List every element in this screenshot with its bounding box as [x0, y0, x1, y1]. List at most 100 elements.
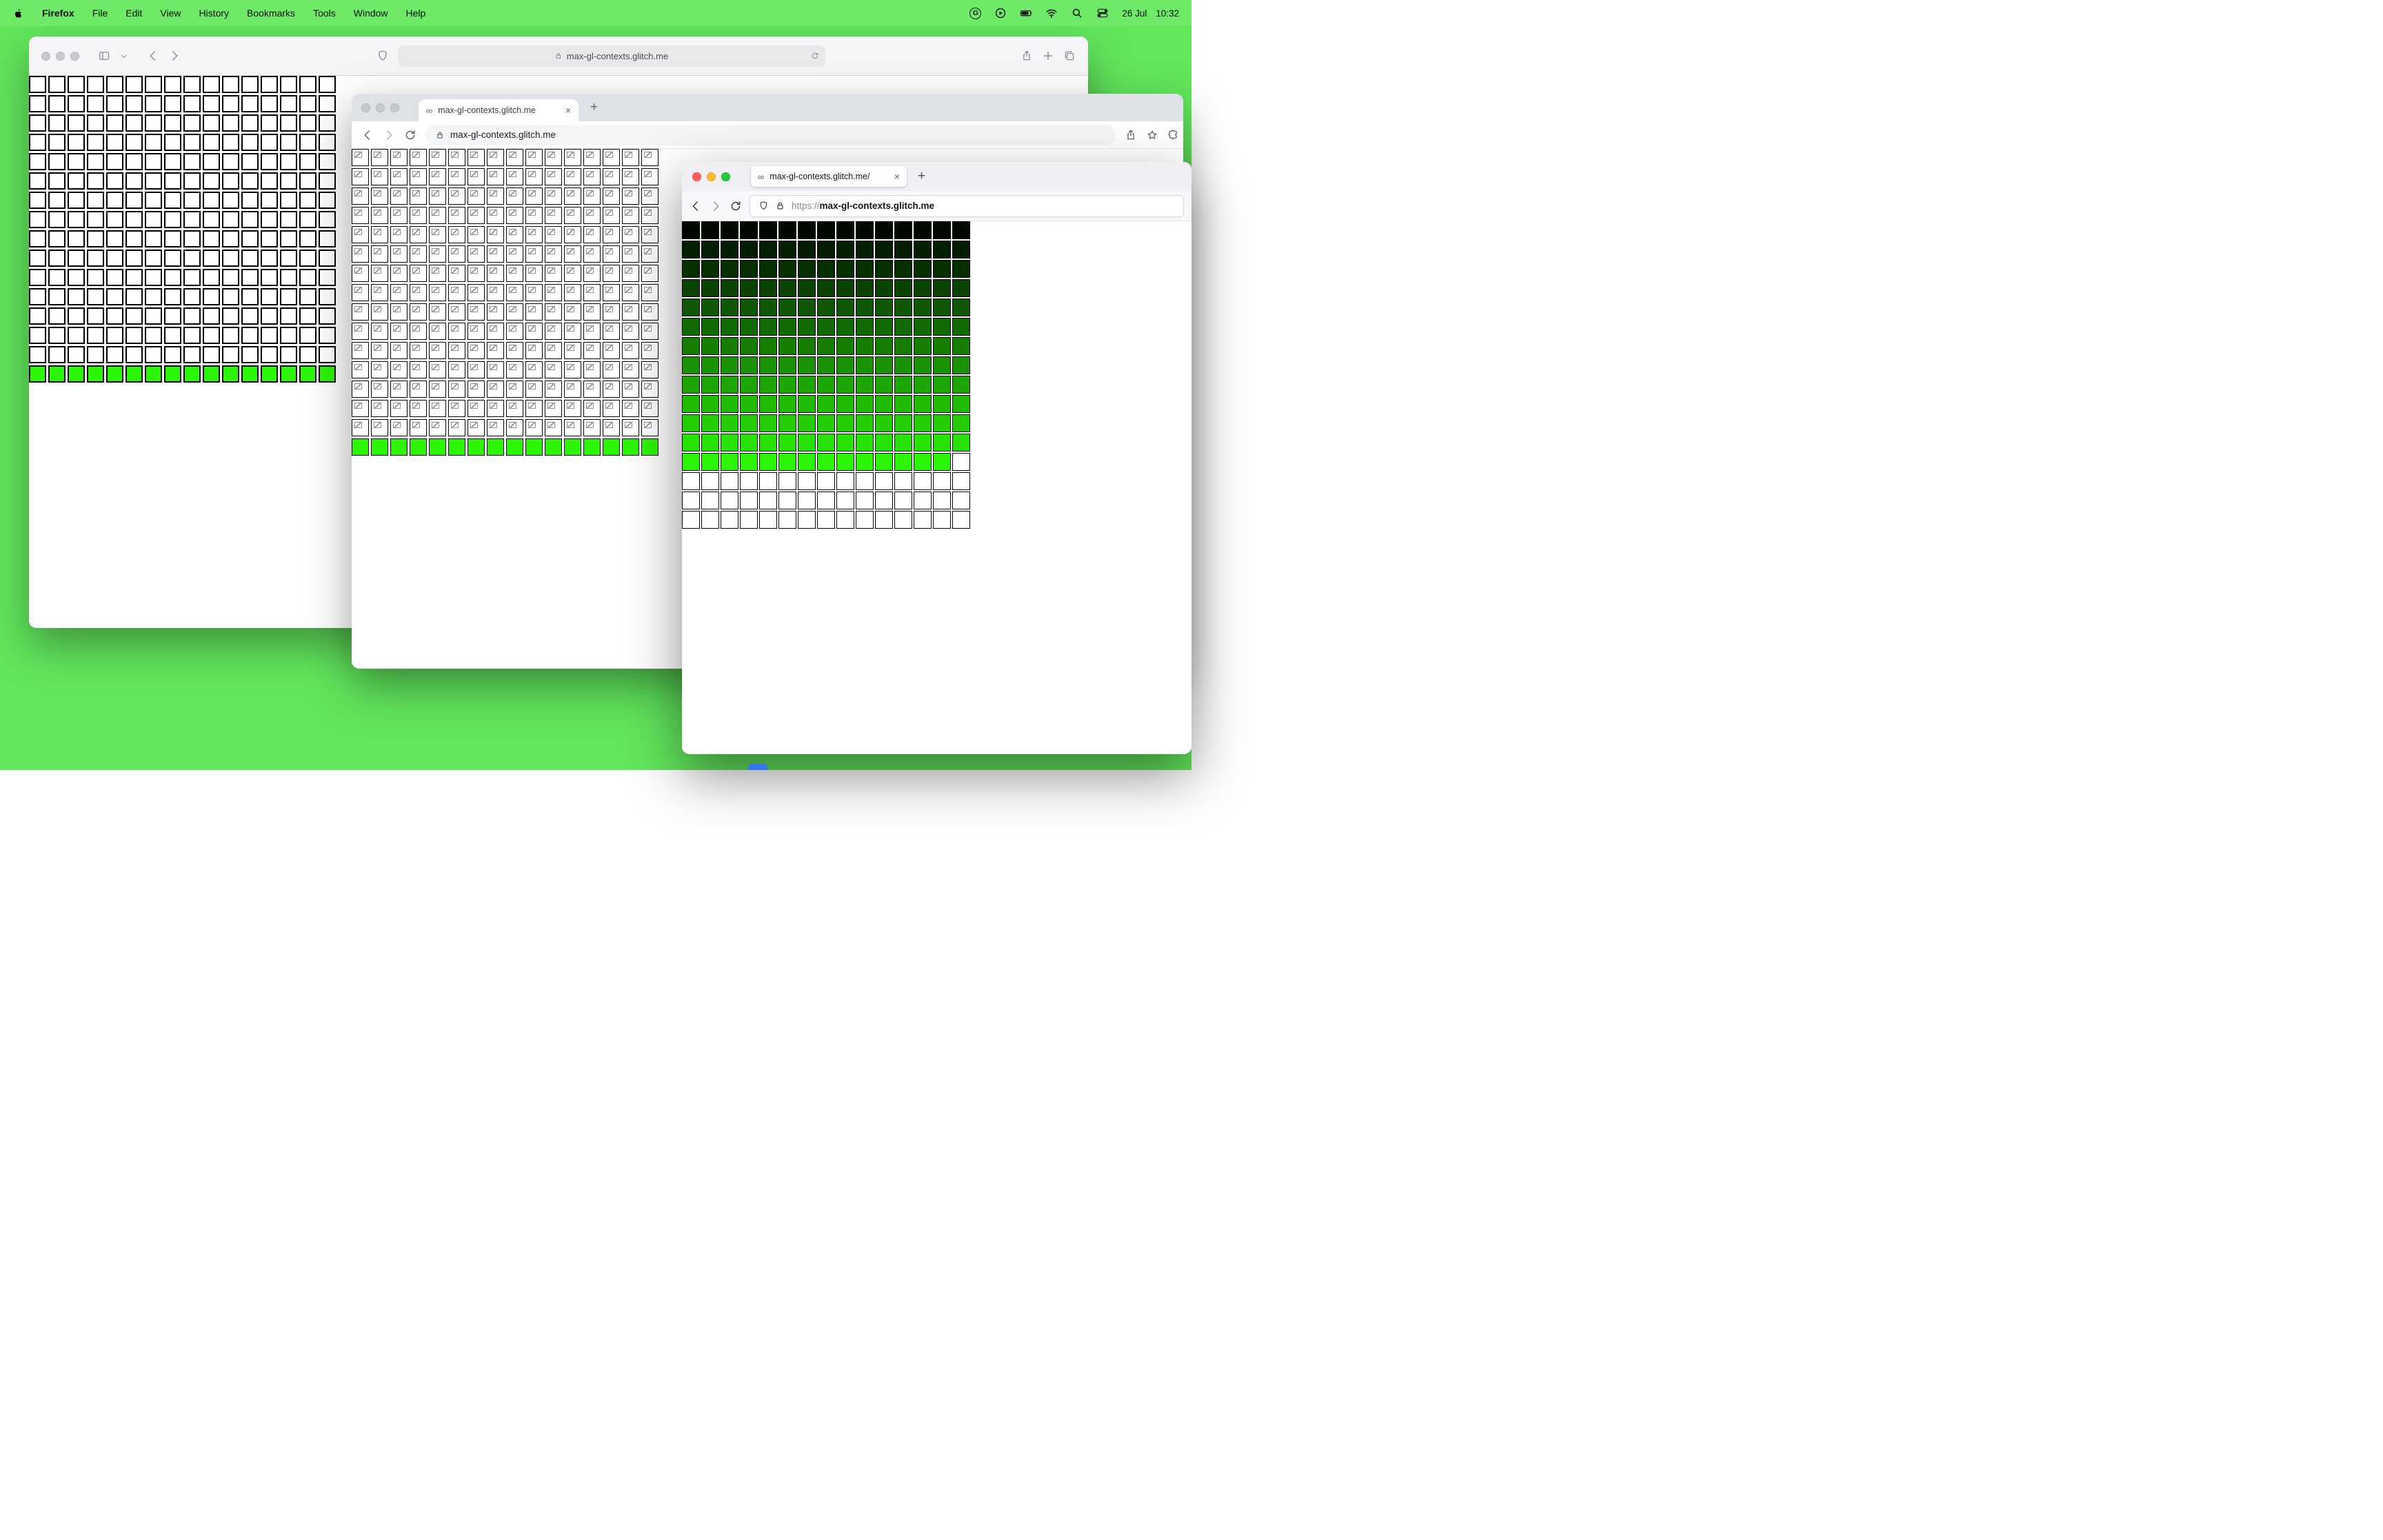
spotlight-icon[interactable] — [1071, 7, 1083, 19]
gl-canvas-cell — [836, 434, 854, 452]
new-tab-button[interactable]: + — [918, 169, 925, 184]
tab-close-button[interactable]: × — [565, 105, 571, 115]
menu-item-edit[interactable]: Edit — [125, 8, 142, 19]
tab-close-button[interactable]: × — [894, 172, 900, 181]
gl-canvas-cell — [410, 419, 427, 436]
close-button[interactable] — [692, 172, 701, 181]
control-center-icon[interactable] — [1096, 7, 1109, 19]
reload-button[interactable] — [730, 200, 742, 212]
gl-canvas-cell — [467, 303, 485, 321]
gl-canvas-cell — [280, 307, 297, 325]
gl-canvas-cell — [280, 327, 297, 344]
tracking-shield-icon[interactable] — [758, 201, 769, 211]
gl-canvas-cell — [545, 400, 562, 417]
app-menu[interactable]: Firefox — [42, 8, 74, 19]
zoom-button[interactable] — [70, 51, 79, 61]
gl-canvas-cell — [448, 265, 465, 282]
minimize-button[interactable] — [707, 172, 716, 181]
close-button[interactable] — [361, 103, 370, 112]
gl-canvas-cell — [203, 95, 220, 112]
broken-image-icon — [470, 152, 478, 158]
menu-item-file[interactable]: File — [92, 8, 108, 19]
gl-canvas-cell — [506, 381, 523, 398]
broken-image-icon — [490, 364, 497, 370]
address-bar[interactable]: https://max-gl-contexts.glitch.me — [750, 194, 1184, 217]
star-icon — [1147, 130, 1157, 139]
share-button[interactable] — [1020, 50, 1033, 62]
gl-canvas-cell — [817, 221, 835, 239]
menu-item-bookmarks[interactable]: Bookmarks — [247, 8, 295, 19]
gl-canvas-cell — [183, 250, 201, 267]
gl-canvas-cell — [106, 346, 123, 363]
gl-canvas-cell — [183, 365, 201, 383]
webgl-canvas-grid — [682, 221, 970, 529]
gl-canvas-cell — [525, 168, 543, 185]
forward-button[interactable] — [383, 129, 395, 141]
forward-button[interactable] — [168, 50, 181, 62]
gl-canvas-cell — [759, 492, 777, 509]
gl-canvas-cell — [203, 346, 220, 363]
gl-canvas-cell — [299, 288, 316, 305]
menu-item-history[interactable]: History — [199, 8, 229, 19]
menu-item-window[interactable]: Window — [354, 8, 388, 19]
menu-item-view[interactable]: View — [160, 8, 181, 19]
gl-canvas-cell — [390, 188, 408, 205]
broken-image-icon — [470, 229, 478, 235]
battery-icon[interactable] — [1020, 7, 1033, 19]
gl-canvas-cell — [299, 95, 316, 112]
zoom-button[interactable] — [721, 172, 730, 181]
reload-button[interactable] — [811, 52, 819, 60]
gl-canvas-cell — [759, 414, 777, 432]
gl-canvas-cell — [701, 453, 719, 471]
broken-image-icon — [586, 267, 594, 274]
reload-button[interactable] — [404, 129, 416, 141]
gl-canvas-cell — [106, 134, 123, 151]
gl-canvas-cell — [319, 365, 336, 383]
minimize-button[interactable] — [56, 51, 65, 61]
address-field[interactable]: max-gl-contexts.glitch.me — [397, 45, 825, 67]
close-button[interactable] — [41, 51, 50, 61]
lock-icon[interactable] — [775, 201, 785, 211]
menu-item-tools[interactable]: Tools — [313, 8, 336, 19]
gl-canvas-cell — [701, 221, 719, 239]
gl-canvas-cell — [448, 207, 465, 224]
browser-tab[interactable]: ∞ max-gl-contexts.glitch.me/ × — [751, 166, 907, 187]
share-button[interactable] — [1125, 129, 1137, 141]
tab-overview-button[interactable] — [1063, 50, 1076, 62]
bookmark-star-button[interactable] — [1146, 129, 1158, 141]
gl-canvas-cell — [856, 241, 874, 259]
gl-canvas-cell — [429, 245, 446, 263]
broken-image-icon — [625, 229, 632, 235]
minimize-button[interactable] — [376, 103, 385, 112]
play-circle-icon[interactable] — [994, 7, 1007, 19]
omnibox-address-field[interactable]: max-gl-contexts.glitch.me — [425, 124, 1116, 145]
gl-canvas-cell — [952, 298, 970, 316]
back-button[interactable] — [147, 50, 159, 62]
sidebar-toggle-button[interactable] — [98, 50, 110, 62]
menubar-clock[interactable]: 26 Jul 10:32 — [1122, 8, 1179, 19]
privacy-shield-button[interactable] — [376, 50, 389, 62]
new-tab-button[interactable]: + — [590, 100, 598, 115]
tab-group-chevron-button[interactable] — [119, 52, 128, 61]
back-button[interactable] — [690, 200, 702, 212]
menu-item-help[interactable]: Help — [406, 8, 426, 19]
dock-peek-icon[interactable] — [748, 764, 767, 770]
extensions-button[interactable] — [1167, 129, 1180, 141]
menu-bar: Firefox File Edit View History Bookmarks… — [0, 0, 1192, 26]
new-tab-button[interactable] — [1042, 50, 1054, 62]
browser-tab[interactable]: ∞ max-gl-contexts.glitch.me × — [419, 99, 579, 121]
forward-button[interactable] — [710, 200, 722, 212]
wifi-icon[interactable] — [1045, 7, 1058, 19]
zoom-button[interactable] — [390, 103, 399, 112]
gl-canvas-cell — [429, 265, 446, 282]
gl-canvas-cell — [280, 346, 297, 363]
gl-canvas-cell — [641, 226, 658, 243]
gl-canvas-cell — [68, 114, 85, 132]
gl-canvas-cell — [371, 419, 388, 436]
gl-canvas-cell — [545, 265, 562, 282]
grammarly-icon[interactable]: G — [969, 7, 982, 19]
apple-menu[interactable] — [12, 8, 24, 19]
gl-canvas-cell — [952, 260, 970, 278]
back-button[interactable] — [361, 129, 374, 141]
gl-canvas-cell — [429, 323, 446, 340]
